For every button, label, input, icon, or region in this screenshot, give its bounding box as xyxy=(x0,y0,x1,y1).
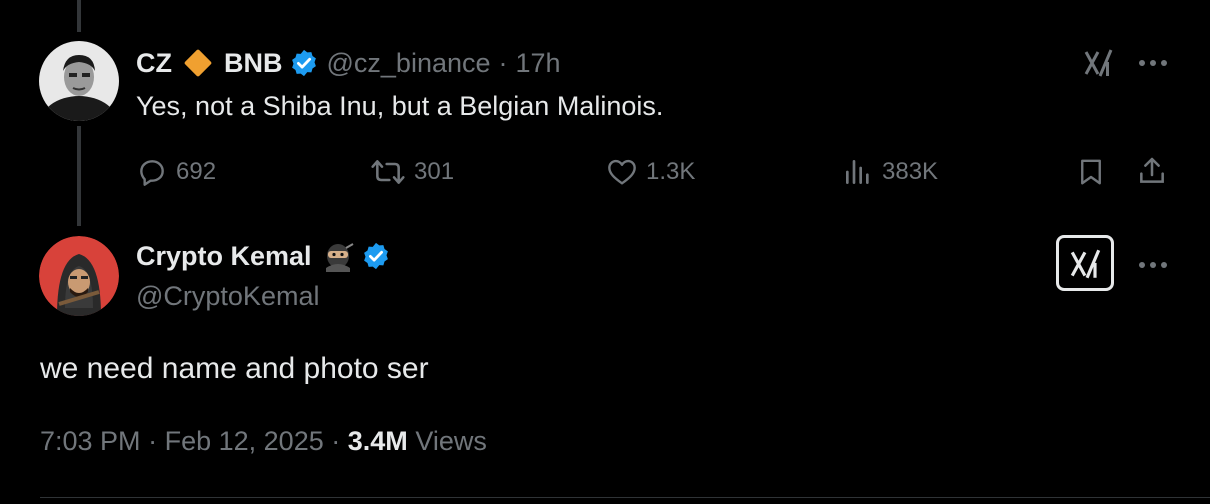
grok-button[interactable] xyxy=(1056,235,1114,291)
parent-display-name-part2[interactable]: BNB xyxy=(224,48,283,79)
views-button[interactable]: 383K xyxy=(842,156,938,188)
thread-line-top xyxy=(77,0,81,32)
thread-line-connector xyxy=(77,126,81,226)
bottom-divider xyxy=(40,497,1210,498)
repost-count: 301 xyxy=(414,158,455,185)
like-count: 1.3K xyxy=(646,158,696,185)
reply-count: 692 xyxy=(176,158,217,185)
main-tweet-text: we need name and photo ser xyxy=(40,352,429,385)
main-handle[interactable]: @CryptoKemal xyxy=(136,281,319,312)
views-count: 383K xyxy=(882,158,939,185)
reply-icon xyxy=(136,156,168,188)
main-more-icon[interactable] xyxy=(1139,262,1167,268)
like-icon xyxy=(606,156,638,188)
crypto-kemal-avatar[interactable] xyxy=(39,236,119,316)
parent-separator: · xyxy=(498,47,508,78)
verified-badge-icon xyxy=(289,48,319,78)
tweet-time[interactable]: 7:03 PM xyxy=(40,426,141,456)
repost-button[interactable]: 301 xyxy=(370,156,454,188)
grok-icon xyxy=(1068,247,1104,286)
main-display-name[interactable]: Crypto Kemal xyxy=(136,241,312,272)
main-tweet-header: Crypto Kemal xyxy=(136,240,391,272)
verified-badge-icon xyxy=(361,241,391,271)
parent-handle[interactable]: @cz_binance xyxy=(327,48,491,79)
parent-more-icon[interactable] xyxy=(1139,60,1167,66)
ninja-emoji-icon xyxy=(321,240,355,272)
grok-icon[interactable] xyxy=(1082,47,1116,79)
parent-time-ago[interactable]: 17h xyxy=(516,48,561,79)
bookmark-button[interactable] xyxy=(1076,156,1106,188)
cz-avatar[interactable] xyxy=(39,41,119,121)
reply-button[interactable]: 692 xyxy=(136,156,216,188)
views-total: 3.4M xyxy=(347,426,408,456)
views-icon xyxy=(842,156,874,188)
parent-display-name-part1[interactable]: CZ xyxy=(136,48,172,79)
like-button[interactable]: 1.3K xyxy=(606,156,695,188)
repost-icon xyxy=(370,156,406,188)
share-button[interactable] xyxy=(1136,154,1168,188)
parent-tweet-header: CZ BNB @cz_binance · 17h xyxy=(136,46,561,80)
bookmark-icon xyxy=(1076,156,1106,188)
share-icon xyxy=(1136,154,1168,188)
views-label: Views xyxy=(415,426,487,456)
parent-tweet-text: Yes, not a Shiba Inu, but a Belgian Mali… xyxy=(136,91,664,121)
parent-action-bar: 692 301 1.3K 383K xyxy=(136,152,1176,192)
meta-separator-1: · xyxy=(148,426,158,456)
diamond-icon xyxy=(181,46,215,80)
tweet-meta: 7:03 PM · Feb 12, 2025 · 3.4M Views xyxy=(40,426,487,457)
tweet-date[interactable]: Feb 12, 2025 xyxy=(165,426,324,456)
meta-separator-2: · xyxy=(331,426,341,456)
